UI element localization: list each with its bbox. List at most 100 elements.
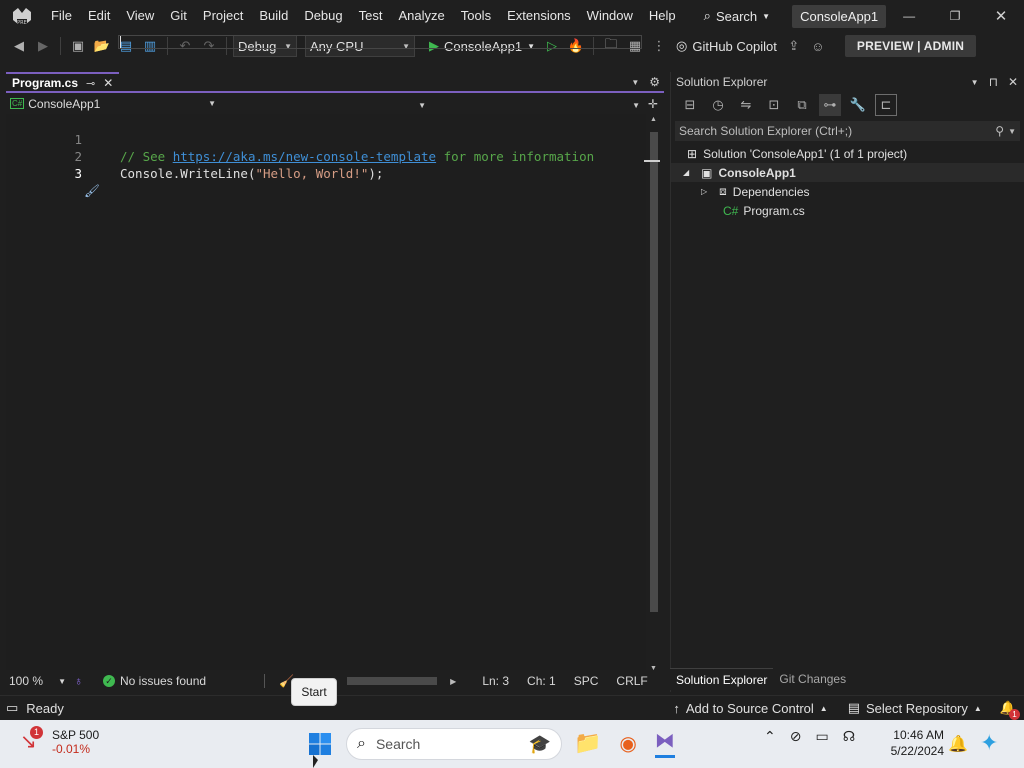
collapse-all-icon[interactable]: ⊡ — [763, 94, 785, 116]
menu-debug[interactable]: Debug — [296, 0, 350, 32]
pending-changes-icon[interactable]: ◷ — [707, 94, 729, 116]
code-editor[interactable]: 1 // See https://aka.ms/new-console-temp… — [6, 114, 646, 670]
switch-views-icon[interactable]: ⊟ — [679, 94, 701, 116]
solution-explorer-search[interactable]: Search Solution Explorer (Ctrl+;) ⚲ ▼ — [675, 121, 1020, 141]
stock-widget[interactable]: ↘ 1 S&P 500 -0.01% — [20, 726, 99, 756]
menu-extensions[interactable]: Extensions — [499, 0, 579, 32]
accessibility-icon[interactable]: ☊ — [843, 728, 855, 745]
menu-window[interactable]: Window — [579, 0, 641, 32]
sync-icon[interactable]: ⇋ — [735, 94, 757, 116]
editor-accent-border — [6, 91, 664, 93]
scrollbar-thumb[interactable] — [650, 132, 658, 612]
chevron-down-icon: ▼ — [208, 99, 216, 108]
taskbar-search-box[interactable]: ⌕ Search 🎓 — [346, 728, 562, 760]
github-copilot-button[interactable]: ◎ GitHub Copilot — [672, 38, 781, 54]
show-hierarchy-icon[interactable]: ⊶ — [819, 94, 841, 116]
feedback-icon[interactable]: ☺ — [807, 35, 829, 57]
chevron-up-icon[interactable]: ⌃ — [764, 728, 776, 745]
expanded-arrow-icon[interactable]: ◢ — [683, 168, 689, 177]
notification-bell-icon[interactable]: 🔔 — [948, 734, 968, 754]
open-folder-icon[interactable]: 📂 — [91, 35, 113, 57]
tree-item-solution[interactable]: ⊞ Solution 'ConsoleApp1' (1 of 1 project… — [671, 144, 1024, 163]
navigate-back-icon[interactable]: ◀ — [8, 35, 30, 57]
issues-indicator[interactable]: ✓ No issues found — [103, 674, 206, 688]
firefox-icon[interactable]: ◉ — [619, 731, 636, 756]
new-item-icon[interactable]: ▣ — [67, 35, 89, 57]
properties-icon[interactable]: 🔧 — [847, 94, 869, 116]
menu-edit[interactable]: Edit — [80, 0, 118, 32]
project-nav-dropdown[interactable]: C# ConsoleApp1 ▼ — [6, 97, 216, 111]
navigate-forward-icon[interactable]: ▶ — [32, 35, 54, 57]
pin-icon[interactable]: ⊸ — [86, 77, 95, 90]
line-ending-indicator[interactable]: CRLF — [616, 674, 647, 688]
preview-selected-icon[interactable]: ⊏ — [875, 94, 897, 116]
type-nav-dropdown[interactable]: ▼ — [216, 97, 430, 111]
member-nav-dropdown[interactable]: ▼ — [430, 97, 644, 111]
network-off-icon[interactable]: ⊘ — [790, 728, 802, 745]
pin-icon[interactable]: ⊓ — [989, 75, 998, 89]
menu-help[interactable]: Help — [641, 0, 684, 32]
file-explorer-icon[interactable]: 📁 — [574, 730, 601, 756]
display-icon[interactable]: ▭ — [815, 728, 828, 745]
close-window-button[interactable]: ✕ — [978, 0, 1024, 32]
start-button[interactable] — [308, 732, 332, 756]
scroll-down-icon[interactable]: ▼ — [650, 665, 657, 672]
document-tab-well: Program.cs ⊸ ✕ ▼ ⚙ — [6, 72, 664, 92]
toolbar-separator — [60, 37, 61, 55]
horizontal-scrollbar-thumb[interactable] — [347, 677, 437, 685]
tab-overflow-icon[interactable]: ▼ — [631, 78, 639, 87]
menu-project[interactable]: Project — [195, 0, 251, 32]
feature-search-button[interactable]: ⌕ Search ▼ — [698, 8, 776, 24]
menu-test[interactable]: Test — [351, 0, 391, 32]
quick-actions-icon[interactable]: 🖌 — [84, 182, 100, 199]
notifications-button[interactable]: 🔔 1 — [1000, 700, 1020, 720]
tree-item-program-cs[interactable]: C# Program.cs — [671, 201, 1024, 220]
menu-view[interactable]: View — [118, 0, 162, 32]
menu-file[interactable]: File — [43, 0, 80, 32]
tree-item-project[interactable]: ◢ ▣ ConsoleApp1 — [671, 163, 1024, 182]
panel-options-icon[interactable]: ▼ — [971, 78, 979, 87]
whitespace-indicator[interactable]: SPC — [574, 674, 599, 688]
tab-solution-explorer[interactable]: Solution Explorer — [670, 668, 774, 690]
line-indicator[interactable]: Ln: 3 — [482, 674, 509, 688]
panel-title: Solution Explorer — [676, 75, 768, 89]
add-to-source-control-button[interactable]: ↑ Add to Source Control ▲ — [673, 701, 827, 716]
menu-build[interactable]: Build — [251, 0, 296, 32]
menu-analyze[interactable]: Analyze — [390, 0, 452, 32]
tree-item-dependencies[interactable]: ▷ ⧈ Dependencies — [671, 182, 1024, 201]
scroll-up-icon[interactable]: ▲ — [650, 116, 657, 123]
select-repository-button[interactable]: ▤ Select Repository ▲ — [848, 700, 982, 716]
tab-program-cs[interactable]: Program.cs ⊸ ✕ — [6, 72, 120, 92]
search-icon: ⚲ — [995, 124, 1005, 138]
menu-git[interactable]: Git — [162, 0, 195, 32]
menu-tools[interactable]: Tools — [453, 0, 499, 32]
scroll-right-icon[interactable]: ▶ — [450, 677, 456, 686]
copilot-app-icon[interactable]: ✦ — [980, 730, 998, 756]
minimize-icon: — — [903, 9, 916, 23]
close-icon[interactable]: ✕ — [103, 76, 113, 90]
intellicode-icon[interactable]: ♁ — [74, 674, 83, 688]
search-icon: ⌕ — [357, 735, 366, 752]
gear-icon[interactable]: ⚙ — [649, 75, 660, 89]
visual-studio-app-icon[interactable]: ⧓ — [654, 728, 675, 758]
share-icon[interactable]: ⇪ — [783, 35, 805, 57]
vertical-scrollbar[interactable]: ▲ ▼ — [644, 116, 660, 672]
repository-icon: ▤ — [847, 700, 860, 715]
toolbar-options-icon[interactable]: ⋮ — [648, 35, 670, 57]
clock[interactable]: 10:46 AM 5/22/2024 — [884, 728, 944, 758]
stock-badge: 1 — [30, 726, 43, 739]
solution-label: Solution 'ConsoleApp1' (1 of 1 project) — [703, 146, 908, 161]
split-window-icon[interactable]: ✛ — [644, 97, 658, 111]
collapsed-arrow-icon[interactable]: ▷ — [701, 187, 707, 196]
close-icon[interactable]: ✕ — [1008, 75, 1018, 89]
restore-button[interactable]: ❐ — [932, 0, 978, 32]
project-name-badge[interactable]: ConsoleApp1 — [792, 4, 887, 28]
output-icon[interactable]: ▭ — [6, 700, 18, 716]
show-all-files-icon[interactable]: ⧉ — [791, 94, 813, 116]
zoom-dropdown[interactable]: 100 % ▼ — [6, 674, 66, 688]
tab-git-changes[interactable]: Git Changes — [773, 668, 852, 690]
visual-studio-logo-icon[interactable]: PRE — [11, 5, 33, 27]
column-indicator[interactable]: Ch: 1 — [527, 674, 556, 688]
minimize-button[interactable]: — — [886, 0, 932, 32]
title-bar: PRE File Edit View Git Project Build Deb… — [0, 0, 1024, 32]
